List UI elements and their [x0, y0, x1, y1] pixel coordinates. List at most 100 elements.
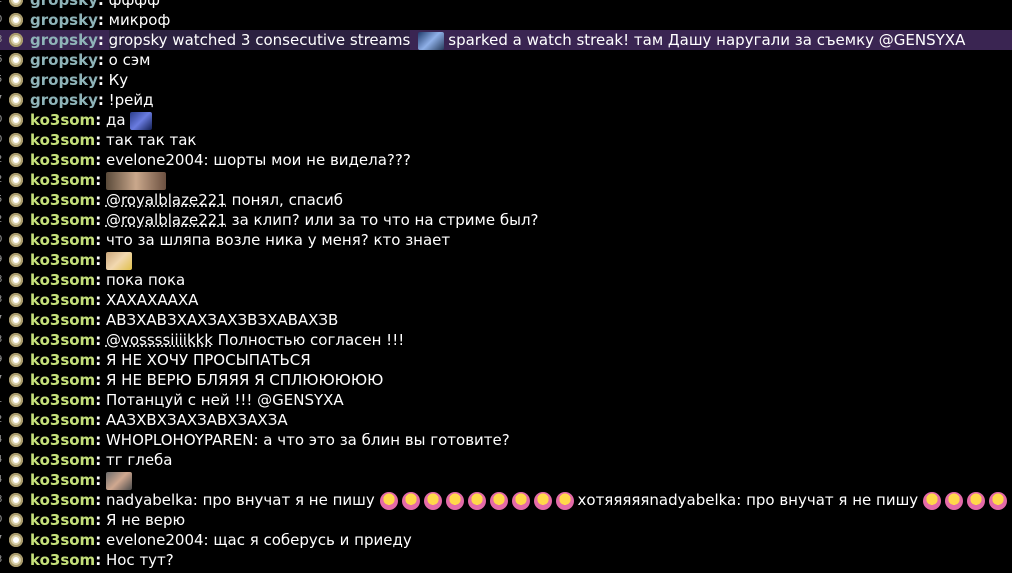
chat-badge-icon[interactable]	[9, 393, 23, 407]
watch-streak-notice: gropsky watched 3 consecutive streams	[108, 30, 411, 50]
chat-badge-icon[interactable]	[9, 33, 23, 47]
username-colon: :	[95, 531, 102, 549]
username[interactable]: ko3som	[30, 371, 95, 389]
chat-badge-icon[interactable]	[9, 433, 23, 447]
chat-badge-icon[interactable]	[9, 253, 23, 267]
chat-badge-icon[interactable]	[9, 133, 23, 147]
chat-badge-icon[interactable]	[9, 93, 23, 107]
username-colon: :	[95, 271, 102, 289]
username[interactable]: ko3som	[30, 471, 95, 489]
chat-message-row: 3 ko3som: @vossssiiiikkk Полностью соглас…	[0, 330, 1012, 350]
username[interactable]: ko3som	[30, 311, 95, 329]
username[interactable]: gropsky	[30, 71, 98, 89]
chat-badge-icon[interactable]	[9, 113, 23, 127]
chat-badge-icon[interactable]	[9, 213, 23, 227]
chat-badge-icon[interactable]	[9, 153, 23, 167]
message-line: ko3som: nadyabelka: про внучат я не пишу…	[30, 490, 1011, 510]
username[interactable]: ko3som	[30, 531, 95, 549]
chat-badge-icon[interactable]	[9, 453, 23, 467]
chat-badge-icon[interactable]	[9, 373, 23, 387]
chat-badge-icon[interactable]	[9, 333, 23, 347]
username[interactable]: ko3som	[30, 291, 95, 309]
user-mention[interactable]: @royalblaze221	[106, 211, 227, 229]
user-mention[interactable]: @royalblaze221	[106, 191, 227, 209]
chat-badge-icon[interactable]	[9, 413, 23, 427]
message-line: ko3som: WHOPLOHOYPAREN: а что это за бли…	[30, 430, 510, 450]
username[interactable]: ko3som	[30, 511, 95, 529]
chat-badge-icon[interactable]	[9, 193, 23, 207]
chat-message-row: 9 ko3som:	[0, 250, 1012, 270]
username[interactable]: ko3som	[30, 191, 95, 209]
chat-message-row: 4 ko3som: тг глеба	[0, 450, 1012, 470]
username[interactable]: ko3som	[30, 251, 95, 269]
username[interactable]: ko3som	[30, 491, 95, 509]
chat-badge-icon[interactable]	[9, 273, 23, 287]
timestamp: 0	[0, 10, 6, 30]
username[interactable]: ko3som	[30, 551, 95, 569]
chat-badge-icon[interactable]	[9, 0, 23, 7]
username-colon: :	[97, 31, 104, 49]
chat-badge-icon[interactable]	[9, 513, 23, 527]
username-colon: :	[95, 451, 102, 469]
username[interactable]: ko3som	[30, 331, 95, 349]
chat-badge-icon[interactable]	[9, 313, 23, 327]
chat-message-row: 2 gropsky: фффф	[0, 0, 1012, 10]
timestamp: 0	[0, 230, 6, 250]
chat-badge-icon[interactable]	[9, 473, 23, 487]
message-text-continued: хотяяяяяnadyabelka: про внучат я не пишу	[577, 491, 919, 509]
username[interactable]: ko3som	[30, 131, 95, 149]
timestamp: 0	[0, 130, 6, 150]
chat-badge-icon[interactable]	[9, 233, 23, 247]
username[interactable]: ko3som	[30, 111, 95, 129]
message-line: ko3som: так так так	[30, 130, 196, 150]
username[interactable]: gropsky	[30, 11, 98, 29]
message-line: gropsky: Ку	[30, 70, 128, 90]
emote-icon[interactable]	[105, 171, 166, 190]
username[interactable]: ko3som	[30, 231, 95, 249]
user-mention[interactable]: @vossssiiiikkk	[106, 331, 213, 349]
username[interactable]: gropsky	[30, 51, 98, 69]
message-text: Я НЕ ВЕРЮ БЛЯЯЯ Я СПЛЮЮЮЮЮ	[105, 371, 384, 389]
username-colon: :	[95, 371, 102, 389]
username-colon: :	[95, 311, 102, 329]
username[interactable]: gropsky	[30, 31, 98, 49]
timestamp: 4	[0, 470, 6, 490]
emote-icon[interactable]	[105, 471, 132, 490]
star-struck-emoji-icon	[988, 491, 1007, 510]
star-struck-emoji-icon	[489, 491, 508, 510]
username[interactable]: gropsky	[30, 91, 98, 109]
chat-badge-icon[interactable]	[9, 173, 23, 187]
message-text: микроф	[108, 11, 171, 29]
username[interactable]: ko3som	[30, 391, 95, 409]
username[interactable]: ko3som	[30, 211, 95, 229]
username[interactable]: ko3som	[30, 351, 95, 369]
chat-badge-icon[interactable]	[9, 353, 23, 367]
chat-badge-icon[interactable]	[9, 533, 23, 547]
chat-badge-icon[interactable]	[9, 73, 23, 87]
username-colon: :	[95, 411, 102, 429]
message-text: так так так	[105, 131, 197, 149]
username-colon: :	[95, 491, 102, 509]
username[interactable]: ko3som	[30, 151, 95, 169]
username[interactable]: ko3som	[30, 411, 95, 429]
timestamp: 2	[0, 170, 6, 190]
message-text: evelone2004: щас я соберусь и приеду	[105, 531, 412, 549]
username-colon: :	[95, 171, 102, 189]
chat-badge-icon[interactable]	[9, 53, 23, 67]
username-colon: :	[95, 391, 102, 409]
username[interactable]: ko3som	[30, 451, 95, 469]
emote-icon[interactable]	[130, 111, 153, 130]
chat-badge-icon[interactable]	[9, 293, 23, 307]
star-struck-emoji-icon	[966, 491, 985, 510]
username[interactable]: gropsky	[30, 0, 98, 9]
chat-badge-icon[interactable]	[9, 553, 23, 567]
timestamp: 3	[0, 290, 6, 310]
username[interactable]: ko3som	[30, 271, 95, 289]
chat-badge-icon[interactable]	[9, 13, 23, 27]
chat-badge-icon[interactable]	[9, 493, 23, 507]
username[interactable]: ko3som	[30, 171, 95, 189]
message-line: ko3som: да	[30, 110, 153, 130]
username[interactable]: ko3som	[30, 431, 95, 449]
chat-message-row: 2 ko3som:	[0, 170, 1012, 190]
emote-icon[interactable]	[105, 251, 132, 270]
